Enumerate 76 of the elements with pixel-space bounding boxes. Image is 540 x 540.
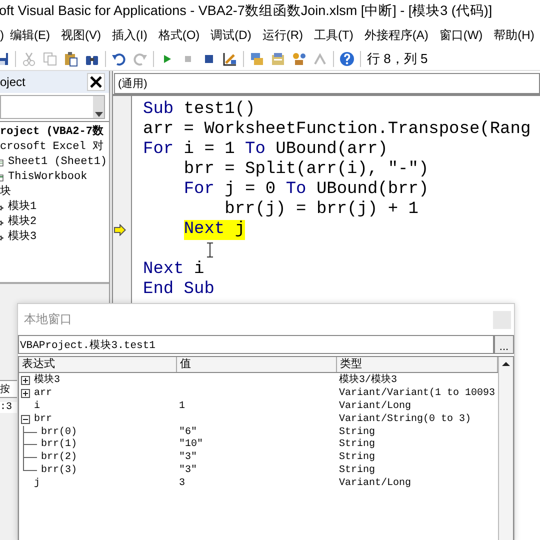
collapse-icon[interactable] (21, 414, 30, 424)
type-cell: 模块3/模块3 (339, 375, 398, 386)
type-cell: Variant/Long (339, 478, 412, 490)
cursor-position: 行 8，列 5 (367, 50, 428, 68)
type-cell: String (339, 465, 376, 476)
code-line: arr = WorksheetFunction.Transpose(Rang (143, 120, 531, 140)
help-icon[interactable] (339, 51, 355, 67)
properties-tab[interactable]: 按 (0, 380, 18, 398)
column-header[interactable]: 表达式 (19, 357, 177, 372)
menu-item[interactable]: 窗口(W) (439, 26, 483, 44)
menu-item[interactable]: 调试(D) (210, 26, 252, 44)
close-button[interactable] (87, 73, 105, 91)
value-cell: "3" (179, 452, 198, 464)
type-cell: Variant/Long (339, 400, 412, 412)
type-cell: String (339, 439, 376, 450)
tree-item[interactable]: ThisWorkbook (8, 170, 88, 185)
type-cell: Variant/String(0 to 3) (339, 414, 472, 425)
property-value: :3 (0, 402, 17, 413)
object-dropdown[interactable]: (通用) (114, 73, 540, 94)
column-header[interactable]: 类型 (337, 357, 498, 372)
tree-item[interactable]: 模块1 (8, 200, 37, 215)
code-line: For j = 0 To UBound(brr) (184, 180, 429, 200)
menu-item[interactable]: ) (0, 28, 4, 42)
expression-cell-text: brr(0) (41, 426, 78, 438)
expression-cell: j (34, 477, 40, 490)
dropdown-arrow-icon[interactable] (94, 112, 102, 118)
menu-item[interactable]: 插入(I) (112, 26, 148, 44)
windows-icon[interactable] (249, 51, 265, 67)
menu-item[interactable]: 视图(V) (61, 26, 101, 44)
expand-icon[interactable] (21, 376, 30, 385)
undo-icon[interactable] (111, 51, 127, 67)
expression-cell: brr(3) (41, 464, 78, 478)
expression-cell: brr(1) (41, 438, 78, 452)
value-cell: "6" (179, 426, 198, 438)
code-line: Next i (143, 260, 204, 280)
code-line: brr(j) = brr(j) + 1 (224, 200, 418, 220)
type-cell: String (339, 426, 376, 438)
menu-item[interactable]: 外接程序(A) (364, 26, 428, 44)
context-field[interactable]: VBAProject.模块3.test1 (18, 335, 494, 354)
expression-cell: arr (34, 386, 52, 400)
more-button[interactable]: ... (494, 335, 514, 354)
pane-title: oject (0, 75, 26, 89)
tree-item[interactable]: roject (VBA2-7数 (0, 125, 104, 140)
scrollbar[interactable] (498, 357, 513, 540)
type-cell: Variant/Variant(1 to 10093 (339, 388, 496, 399)
code-line: brr = Split(arr(i), "-") (184, 160, 429, 180)
menu-item[interactable]: 格式(O) (158, 26, 200, 44)
code-line: For i = 1 To UBound(arr) (143, 140, 388, 160)
expand-icon[interactable] (21, 388, 30, 398)
code-line: End Sub (143, 280, 214, 300)
type-cell: String (339, 452, 376, 464)
expression-cell: brr (34, 412, 52, 426)
clipboard-icon[interactable] (63, 51, 79, 67)
expression-cell: i (34, 400, 40, 413)
code-line: Sub test1() (143, 100, 256, 120)
window-title: 本地窗口 (24, 311, 72, 328)
value-cell: 3 (179, 478, 186, 490)
panel-icon[interactable] (270, 51, 286, 67)
menu-item[interactable]: 工具(T) (314, 26, 354, 44)
text-cursor-icon (206, 242, 214, 258)
tree-item[interactable]: 块 (0, 185, 11, 200)
value-cell: "3" (179, 465, 198, 476)
tree-item[interactable]: Sheet1 (Sheet1) (8, 155, 108, 170)
menu-item[interactable]: 编辑(E) (10, 26, 50, 44)
ruler-icon[interactable] (222, 51, 238, 67)
value-cell: 1 (179, 400, 186, 412)
menu-item[interactable]: 运行(R) (262, 26, 303, 44)
tree-item[interactable]: crosoft Excel 对 (0, 140, 104, 155)
expression-cell: brr(2) (41, 451, 78, 464)
tree-item[interactable]: 模块3 (8, 230, 37, 245)
expression-cell: 模块3 (34, 374, 60, 387)
menu-item[interactable]: 帮助(H) (494, 26, 534, 44)
column-header[interactable]: 值 (177, 357, 337, 372)
tree-item[interactable]: 模块2 (8, 215, 37, 230)
value-cell: "10" (179, 439, 204, 450)
shapes-icon[interactable] (291, 51, 307, 67)
